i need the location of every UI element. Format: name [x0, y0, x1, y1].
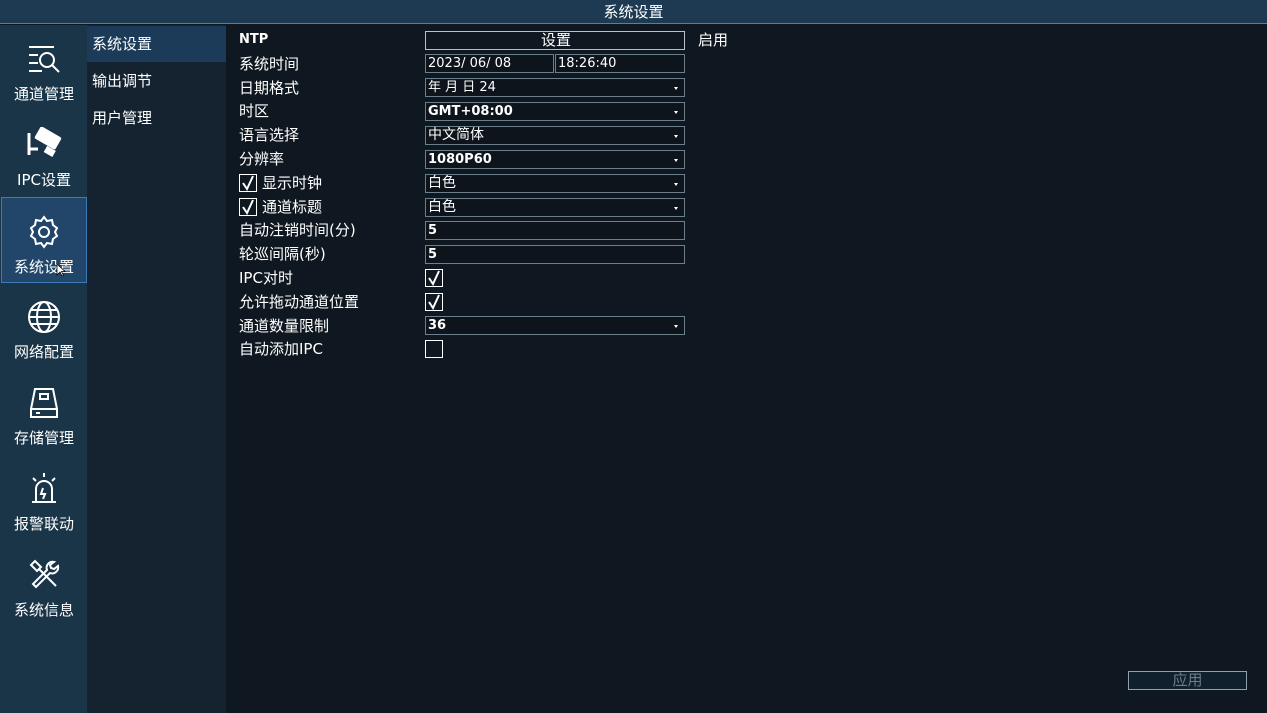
ipc-timesync-checkbox[interactable]: [425, 269, 443, 287]
globe-icon: [28, 301, 60, 333]
title-color-select[interactable]: 白色: [425, 198, 685, 217]
nav-label: 报警联动: [13, 515, 74, 533]
settings-form: NTP 设置 启用 系统时间 2023/ 06/ 08 18:26:40 日期格…: [226, 25, 1267, 713]
allow-drag-label: 允许拖动通道位置: [239, 293, 360, 311]
auto-add-ipc-checkbox[interactable]: [425, 340, 443, 358]
checkmark-icon: [242, 175, 254, 191]
title-color-value: 白色: [428, 199, 456, 215]
nav-label: 网络配置: [13, 343, 74, 361]
system-time-input[interactable]: 18:26:40: [555, 54, 685, 73]
subnav-user-management[interactable]: 用户管理: [87, 100, 226, 136]
mouse-cursor-icon: [56, 263, 66, 277]
nav-ipc-settings[interactable]: IPC设置: [1, 111, 87, 197]
subnav-output-adjust[interactable]: 输出调节: [87, 63, 226, 99]
clock-color-value: 白色: [428, 175, 456, 191]
show-clock-checkbox[interactable]: [239, 174, 257, 192]
timezone-label: 时区: [239, 102, 270, 120]
ntp-settings-button[interactable]: 设置: [425, 31, 685, 50]
chevron-down-icon: [674, 207, 678, 210]
resolution-select[interactable]: 1080P60: [425, 150, 685, 169]
chevron-down-icon: [674, 325, 678, 328]
nav-network-config[interactable]: 网络配置: [1, 283, 87, 369]
chevron-down-icon: [674, 111, 678, 114]
sub-nav: 系统设置 输出调节 用户管理: [87, 25, 226, 713]
resolution-label: 分辨率: [239, 150, 285, 168]
channel-title-label: 通道标题: [262, 198, 323, 216]
nav-label: IPC设置: [17, 171, 71, 189]
nav-system-settings[interactable]: 系统设置: [1, 197, 87, 283]
timezone-select[interactable]: GMT+08:00: [425, 102, 685, 121]
system-date-input[interactable]: 2023/ 06/ 08: [425, 54, 554, 73]
patrol-interval-label: 轮巡间隔(秒): [239, 245, 326, 263]
ntp-status: 启用: [698, 31, 729, 49]
nav-label: 通道管理: [13, 85, 74, 103]
chevron-down-icon: [674, 183, 678, 186]
main-nav: 通道管理 IPC设置 系统设置 网络配置 存储管理 报警联动 系统信息: [0, 25, 87, 713]
chevron-down-icon: [674, 159, 678, 162]
date-format-select[interactable]: 年 月 日 24: [425, 78, 685, 97]
timezone-value: GMT+08:00: [428, 104, 513, 119]
checkmark-icon: [428, 270, 440, 286]
checkmark-icon: [428, 294, 440, 310]
nav-system-info[interactable]: 系统信息: [1, 541, 87, 627]
auto-add-ipc-label: 自动添加IPC: [239, 340, 323, 358]
ipc-timesync-label: IPC对时: [239, 269, 293, 287]
camera-icon: [27, 127, 62, 157]
nav-alarm-linkage[interactable]: 报警联动: [1, 455, 87, 541]
channel-limit-label: 通道数量限制: [239, 317, 330, 335]
resolution-value: 1080P60: [428, 152, 492, 167]
gear-icon: [29, 215, 59, 249]
tools-icon: [29, 559, 60, 589]
auto-logout-input[interactable]: 5: [425, 221, 685, 240]
storage-icon: [30, 388, 58, 418]
channel-limit-value: 36: [428, 318, 447, 333]
channel-search-icon: [29, 46, 60, 73]
nav-label: 系统信息: [13, 601, 74, 619]
language-value: 中文简体: [428, 127, 484, 143]
ntp-label: NTP: [239, 32, 269, 47]
nav-storage-management[interactable]: 存储管理: [1, 369, 87, 455]
language-select[interactable]: 中文简体: [425, 126, 685, 145]
channel-title-checkbox[interactable]: [239, 198, 257, 216]
date-format-value: 年 月 日 24: [428, 80, 496, 95]
checkmark-icon: [242, 199, 254, 215]
subnav-system-settings[interactable]: 系统设置: [87, 26, 226, 62]
clock-color-select[interactable]: 白色: [425, 174, 685, 193]
show-clock-label: 显示时钟: [262, 174, 323, 192]
language-label: 语言选择: [239, 126, 300, 144]
chevron-down-icon: [674, 87, 678, 90]
alarm-icon: [32, 473, 56, 503]
apply-button[interactable]: 应用: [1128, 671, 1247, 690]
date-format-label: 日期格式: [239, 79, 300, 97]
nav-channel-management[interactable]: 通道管理: [1, 25, 87, 111]
nav-label: 存储管理: [13, 429, 74, 447]
auto-logout-label: 自动注销时间(分): [239, 221, 356, 239]
chevron-down-icon: [674, 135, 678, 138]
window-title: 系统设置: [0, 0, 1267, 24]
channel-limit-select[interactable]: 36: [425, 316, 685, 335]
system-time-label: 系统时间: [239, 55, 300, 73]
allow-drag-checkbox[interactable]: [425, 293, 443, 311]
patrol-interval-input[interactable]: 5: [425, 245, 685, 264]
